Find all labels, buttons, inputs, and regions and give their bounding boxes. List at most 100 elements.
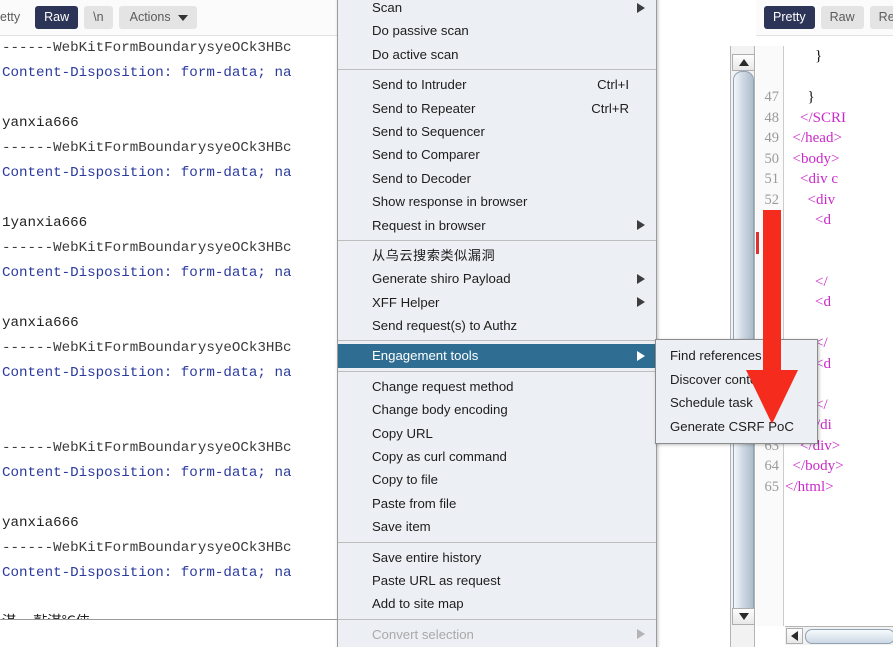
request-line: Content-Disposition: form-data; na	[2, 65, 292, 81]
response-line	[785, 67, 893, 88]
submenu-arrow-icon	[637, 2, 645, 13]
menu-item-label: Copy URL	[372, 425, 433, 441]
menu-item-do-passive-scan[interactable]: Do passive scan	[338, 19, 656, 42]
menu-item-save-entire-history[interactable]: Save entire history	[338, 546, 656, 569]
burp-suite-window: etty Raw \n Actions ------WebKitFormBoun…	[0, 0, 893, 647]
response-line	[785, 313, 893, 334]
request-line: yanxia666	[2, 315, 79, 331]
menu-item-change-body-encoding[interactable]: Change body encoding	[338, 398, 656, 421]
response-pretty-tab-button[interactable]: Pretty	[764, 6, 815, 29]
menu-item-change-request-method[interactable]: Change request method	[338, 375, 656, 398]
request-line	[0, 411, 346, 436]
menu-item-label: Scan	[372, 0, 403, 15]
menu-item-copy-as-curl-command[interactable]: Copy as curl command	[338, 445, 656, 468]
menu-item-label: Do passive scan	[372, 23, 469, 39]
response-horizontal-scrollbar[interactable]	[785, 626, 893, 645]
menu-item-generate-shiro-payload[interactable]: Generate shiro Payload	[338, 267, 656, 290]
submenu-item-discover-content[interactable]: Discover content	[656, 368, 817, 392]
menu-item-send-to-intruder[interactable]: Send to Intruder Ctrl+I	[338, 73, 656, 96]
context-menu[interactable]: Scan Do passive scan Do active scan Send to…	[337, 0, 657, 647]
menu-item-xff-helper[interactable]: XFF Helper	[338, 291, 656, 314]
line-number: 57	[764, 294, 780, 310]
response-line: </html>	[785, 478, 834, 495]
menu-item-send-to-decoder[interactable]: Send to Decoder	[338, 167, 656, 190]
request-pane-footer	[0, 619, 346, 647]
menu-item-scan[interactable]: Scan	[338, 0, 656, 19]
request-raw-text[interactable]: ------WebKitFormBoundarysyeOCk3HBc Conten…	[0, 36, 346, 619]
hscrollbar-thumb[interactable]	[805, 629, 893, 644]
menu-item-send-to-repeater[interactable]: Send to Repeater Ctrl+R	[338, 97, 656, 120]
menu-item-paste-url-as-request[interactable]: Paste URL as request	[338, 569, 656, 592]
menu-item-label: Change body encoding	[372, 402, 508, 418]
response-line: </SCRI	[800, 109, 846, 126]
response-line: <d	[815, 212, 831, 228]
menu-item-copy-url[interactable]: Copy URL	[338, 422, 656, 445]
line-number: 53	[764, 212, 780, 228]
menu-item-save-item[interactable]: Save item	[338, 515, 656, 538]
response-line: </body>	[792, 458, 844, 474]
line-number	[756, 313, 783, 334]
response-raw-tab-button[interactable]: Raw	[820, 6, 864, 29]
pretty-tab-button[interactable]: etty	[0, 6, 30, 29]
response-line	[785, 231, 893, 252]
menu-item-label: Send to Decoder	[372, 170, 471, 186]
request-line: ------WebKitFormBoundarysyeOCk3HBc	[2, 140, 292, 156]
request-line	[0, 386, 346, 411]
menu-item-label: Copy as curl command	[372, 449, 507, 465]
engagement-tools-submenu[interactable]: Find references Discover content Schedule …	[655, 339, 818, 444]
request-line	[0, 186, 346, 211]
scroll-up-button[interactable]	[732, 54, 755, 71]
request-line: ------WebKitFormBoundarysyeOCk3HBc	[2, 540, 292, 556]
response-render-tab-button[interactable]: Re	[869, 6, 893, 29]
raw-tab-button[interactable]: Raw	[35, 6, 79, 29]
menu-item-send-request-s-to-authz[interactable]: Send request(s) to Authz	[338, 314, 656, 337]
request-view-toolbar: etty Raw \n Actions	[0, 0, 346, 36]
submenu-arrow-icon	[637, 273, 645, 284]
line-number: 47	[764, 89, 780, 105]
response-code-text[interactable]: } } </SCRI </head> <body> <div c <div <d…	[785, 46, 893, 626]
menu-item-do-active-scan[interactable]: Do active scan	[338, 43, 656, 66]
menu-item-paste-from-file[interactable]: Paste from file	[338, 492, 656, 515]
menu-item-label: Convert selection	[372, 626, 474, 642]
menu-item-send-to-sequencer[interactable]: Send to Sequencer	[338, 120, 656, 143]
response-line: <d	[815, 294, 831, 310]
menu-item-engagement-tools[interactable]: Engagement tools	[338, 344, 656, 368]
menu-item-label: Copy to file	[372, 472, 438, 488]
line-number: 50	[764, 150, 780, 167]
request-line	[0, 86, 346, 111]
menu-item-request-in-browser[interactable]: Request in browser	[338, 214, 656, 237]
edited-line-marker	[756, 232, 759, 254]
menu-item-label: Send request(s) to Authz	[372, 318, 518, 334]
request-line: yanxia666	[2, 515, 79, 531]
menu-item-shortcut: Ctrl+R	[591, 100, 629, 116]
menu-item-[interactable]: 从乌云搜索类似漏洞	[338, 244, 656, 267]
menu-item-label: Paste URL as request	[372, 572, 501, 588]
menu-separator	[338, 541, 656, 543]
scroll-down-button[interactable]	[732, 608, 755, 625]
newline-toggle-button[interactable]: \n	[84, 6, 113, 29]
menu-separator	[338, 69, 656, 71]
menu-item-label: Generate shiro Payload	[372, 271, 511, 287]
menu-item-label: Show response in browser	[372, 194, 528, 210]
menu-item-label: Engagement tools	[372, 348, 479, 364]
menu-item-show-response-in-browser[interactable]: Show response in browser	[338, 190, 656, 213]
request-line: ------WebKitFormBoundarysyeOCk3HBc	[2, 240, 292, 256]
scroll-left-button[interactable]	[786, 628, 803, 644]
response-line: }	[785, 89, 815, 105]
request-line: Content-Disposition: form-data; na	[2, 265, 292, 281]
submenu-item-schedule-task[interactable]: Schedule task	[656, 391, 817, 415]
submenu-item-find-references[interactable]: Find references	[656, 344, 817, 368]
submenu-item-generate-csrf-poc[interactable]: Generate CSRF PoC	[656, 415, 817, 439]
menu-item-add-to-site-map[interactable]: Add to site map	[338, 592, 656, 615]
submenu-arrow-icon	[637, 297, 645, 308]
triangle-left-icon	[791, 631, 798, 641]
menu-item-shortcut: Ctrl+I	[597, 77, 629, 93]
line-number: 48	[764, 109, 780, 126]
line-number: 64	[764, 458, 780, 474]
response-view-toolbar: Pretty Raw Re	[756, 0, 893, 36]
menu-item-copy-to-file[interactable]: Copy to file	[338, 468, 656, 491]
request-line: ------WebKitFormBoundarysyeOCk3HBc	[2, 40, 292, 56]
menu-item-label: Send to Sequencer	[372, 123, 485, 139]
menu-item-send-to-comparer[interactable]: Send to Comparer	[338, 143, 656, 166]
actions-button[interactable]: Actions	[118, 6, 197, 29]
